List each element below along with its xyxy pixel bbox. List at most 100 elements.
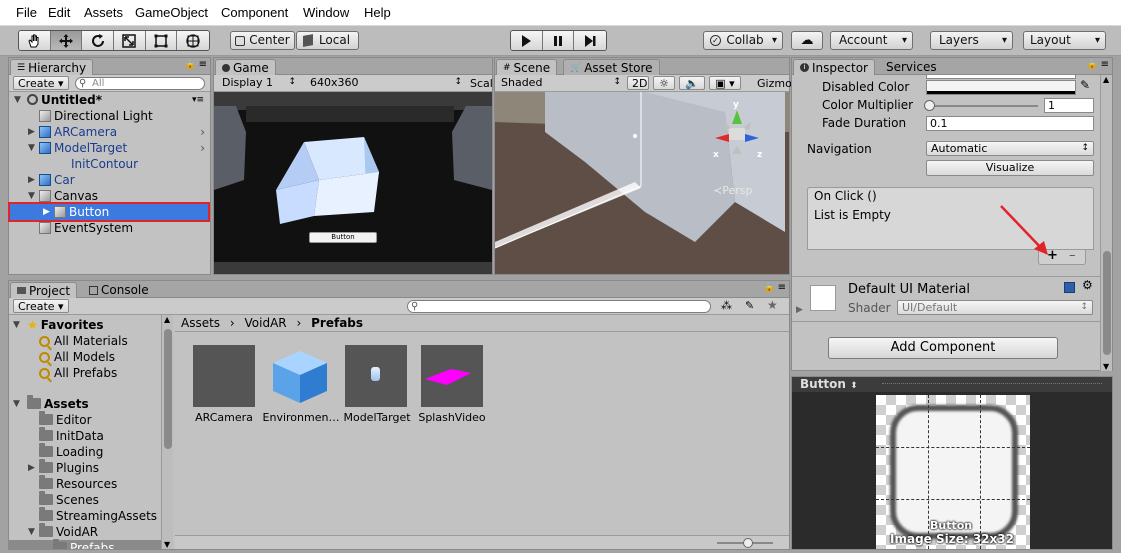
scroll-up-icon[interactable]: ▲ [164, 315, 170, 324]
folder-item-selected[interactable]: Prefabs [9, 539, 173, 549]
asset-label[interactable]: ModelTarget [337, 411, 417, 424]
favorites-header[interactable]: ▼ ★ Favorites [9, 317, 173, 333]
breadcrumb-item[interactable]: VoidAR [245, 316, 287, 330]
chevron-right-icon[interactable]: › [200, 124, 205, 140]
scene-viewport[interactable]: x z y ≺Persp [495, 92, 789, 274]
audio-toggle[interactable]: 🔈 [679, 76, 705, 90]
menu-window[interactable]: Window [303, 5, 349, 20]
color-field-partial[interactable] [926, 75, 1076, 79]
hierarchy-item[interactable]: ▶ ARCamera › [9, 124, 210, 140]
search-by-label-icon[interactable]: ✎ [745, 299, 754, 312]
breadcrumb-current[interactable]: Prefabs [311, 316, 363, 330]
resolution-dropdown[interactable]: 640x360 [306, 76, 466, 91]
account-dropdown[interactable]: Account [830, 31, 913, 50]
inspector-scrollbar[interactable]: ▲ ▼ [1100, 75, 1112, 371]
favorite-item[interactable]: All Models [9, 349, 173, 365]
play-icon[interactable] [511, 31, 543, 50]
hierarchy-search-input[interactable]: ⚲ All [75, 77, 205, 90]
asset-label[interactable]: Environmen… [259, 411, 343, 424]
folder-item[interactable]: ▶ Plugins [9, 459, 173, 476]
game-viewport[interactable]: Button [214, 92, 492, 274]
color-multiplier-slider[interactable] [924, 100, 1038, 111]
remove-listener-button[interactable]: – [1069, 248, 1076, 263]
project-search-input[interactable]: ⚲ [407, 300, 711, 313]
tab-game[interactable]: Game [215, 59, 276, 75]
display-dropdown[interactable]: Display 1 [218, 76, 300, 91]
asset-thumbnail-modeltarget[interactable] [345, 345, 407, 407]
rect-tool-icon[interactable] [145, 31, 178, 50]
tab-services[interactable]: Services [880, 59, 943, 75]
game-ui-button[interactable]: Button [309, 232, 377, 243]
scroll-down-icon[interactable]: ▼ [164, 540, 170, 549]
favorite-item[interactable]: All Materials [9, 333, 173, 349]
folder-item[interactable]: InitData [9, 427, 173, 444]
asset-thumbnail-environment[interactable] [269, 345, 331, 407]
folder-item[interactable]: StreamingAssets [9, 507, 173, 524]
pivot-local-button[interactable]: Local [296, 31, 359, 50]
rotate-tool-icon[interactable] [82, 31, 115, 50]
scale-tool-icon[interactable] [114, 31, 146, 50]
tab-project[interactable]: Project [10, 282, 78, 298]
pause-icon[interactable] [542, 31, 575, 50]
folder-item[interactable]: Scenes [9, 491, 173, 508]
scrollbar-thumb[interactable] [164, 329, 172, 449]
hierarchy-item[interactable]: ▼ ModelTarget › [9, 140, 210, 156]
expand-arrow-icon[interactable]: ▼ [13, 317, 20, 333]
zoom-slider[interactable] [717, 538, 773, 548]
hierarchy-create-button[interactable]: Create ▾ [13, 76, 69, 90]
expand-arrow-icon[interactable]: ▶ [28, 460, 35, 476]
transform-tool-icon[interactable] [177, 31, 209, 50]
panel-menu-icon[interactable]: ≡ [778, 282, 786, 293]
collapse-arrow-icon[interactable]: ▶ [796, 305, 803, 315]
expand-arrow-icon[interactable]: ▶ [28, 172, 35, 188]
hierarchy-item[interactable]: EventSystem [9, 220, 210, 236]
folder-item[interactable]: ▼ VoidAR [9, 523, 173, 540]
slider-thumb[interactable] [743, 538, 753, 548]
asset-label[interactable]: SplashVideo [411, 411, 493, 424]
slider-thumb[interactable] [924, 100, 935, 111]
expand-arrow-icon[interactable]: ▼ [28, 188, 35, 204]
project-create-button[interactable]: Create ▾ [13, 299, 69, 313]
pivot-center-button[interactable]: Center [230, 31, 295, 50]
effects-dropdown[interactable]: ▣ ▾ [709, 76, 741, 90]
chevron-right-icon[interactable]: › [200, 140, 205, 156]
scroll-down-icon[interactable]: ▼ [1103, 362, 1109, 371]
scale-label[interactable]: Scal [470, 77, 493, 90]
expand-arrow-icon[interactable]: ▼ [28, 140, 35, 156]
disabled-color-field[interactable] [926, 80, 1076, 95]
cloud-button[interactable]: ☁ [791, 31, 823, 50]
folder-item[interactable]: Loading [9, 443, 173, 460]
hierarchy-item[interactable]: ▼ Canvas [9, 188, 210, 204]
scene-menu-icon[interactable]: ▾≡ [192, 92, 204, 108]
panel-menu-icon[interactable]: ≡ [1101, 59, 1109, 70]
layers-dropdown[interactable]: Layers [930, 31, 1013, 50]
menu-edit[interactable]: Edit [48, 5, 70, 20]
scroll-up-icon[interactable]: ▲ [1103, 75, 1109, 84]
scrollbar-thumb[interactable] [1103, 251, 1111, 355]
lock-icon[interactable]: 🔒 [185, 60, 196, 70]
asset-thumbnail-arcamera[interactable] [193, 345, 255, 407]
move-tool-icon[interactable] [50, 31, 83, 50]
preview-header[interactable]: Button ⬍ [792, 377, 1112, 392]
color-multiplier-input[interactable]: 1 [1044, 98, 1094, 113]
menu-gameobject[interactable]: GameObject [135, 5, 208, 20]
favorite-star-icon[interactable]: ★ [767, 298, 778, 312]
tab-scene[interactable]: # Scene [496, 59, 558, 75]
lock-icon[interactable]: 🔒 [764, 283, 775, 293]
persp-label[interactable]: ≺Persp [713, 184, 752, 197]
folder-item[interactable]: Resources [9, 475, 173, 492]
search-by-type-icon[interactable]: ⁂ [721, 299, 732, 312]
expand-arrow-icon[interactable]: ▼ [28, 524, 35, 540]
tab-inspector[interactable]: i Inspector [793, 59, 875, 75]
layout-dropdown[interactable]: Layout [1023, 31, 1106, 50]
hierarchy-item-selected[interactable]: ▶ Button [8, 202, 210, 222]
settings-gear-icon[interactable]: ⚙ [1082, 278, 1093, 292]
hand-tool-icon[interactable] [19, 31, 51, 50]
visualize-button[interactable]: Visualize [926, 160, 1094, 176]
fade-duration-input[interactable]: 0.1 [926, 116, 1094, 131]
step-icon[interactable] [574, 31, 606, 50]
hierarchy-item[interactable]: InitContour [9, 156, 210, 172]
expand-arrow-icon[interactable]: ▶ [43, 204, 50, 220]
eyedropper-icon[interactable]: ✎ [1080, 78, 1090, 92]
menu-component[interactable]: Component [221, 5, 288, 20]
